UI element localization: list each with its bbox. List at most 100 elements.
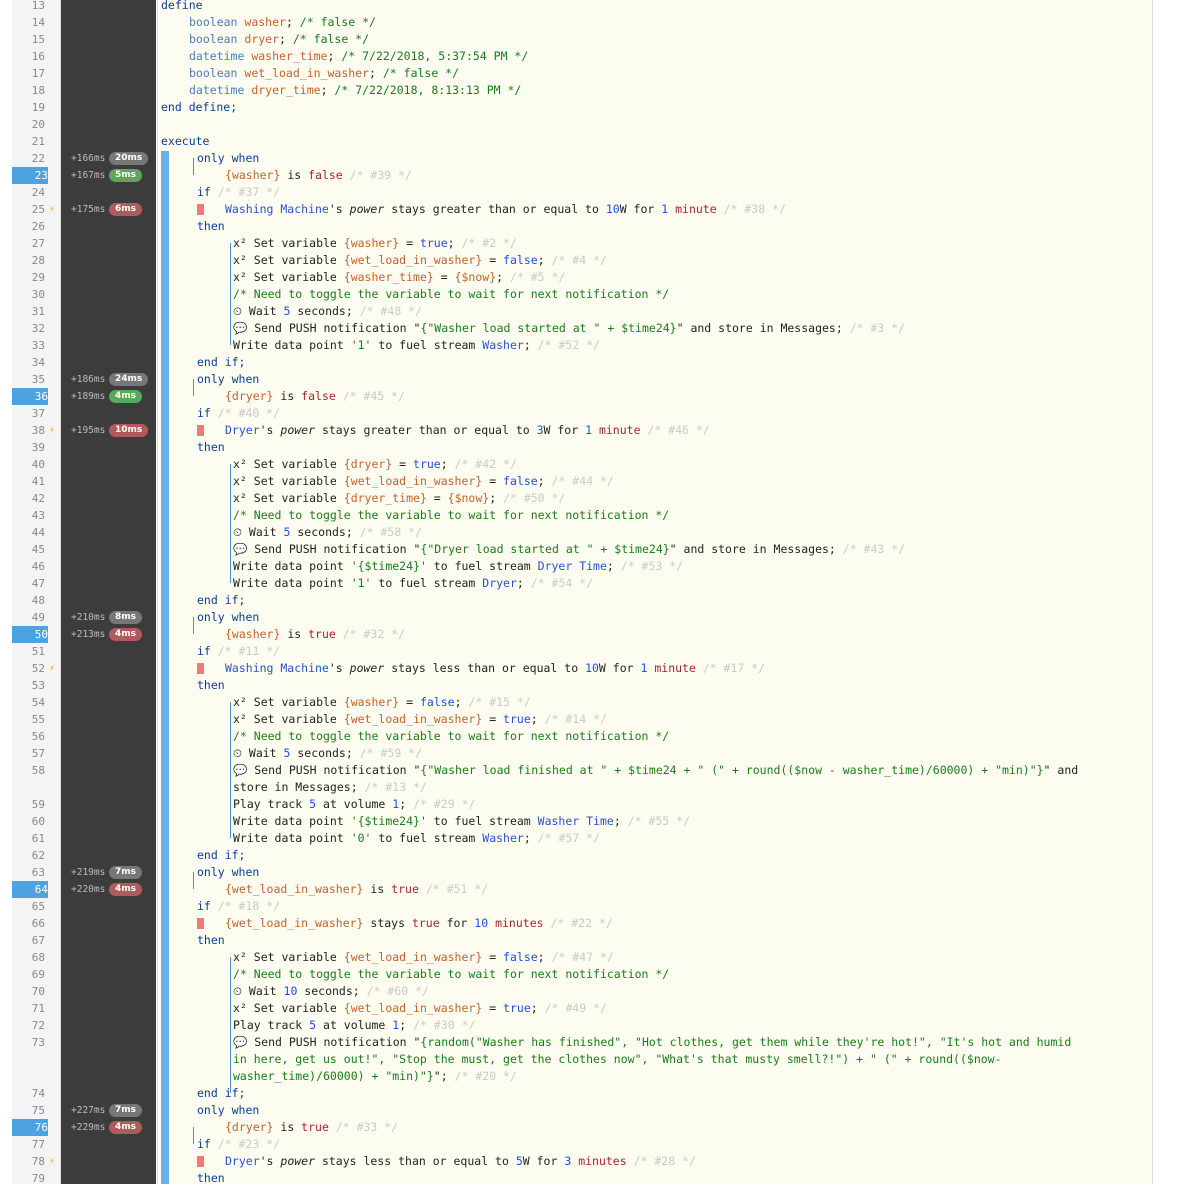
statement-id: /* #60 */ — [366, 984, 429, 998]
statement-id: /* #54 */ — [530, 576, 594, 590]
statement-id: /* #4 */ — [551, 253, 607, 267]
line-number[interactable]: 17 — [12, 65, 45, 82]
line-number[interactable]: 26 — [12, 218, 45, 235]
line-number[interactable]: 24 — [12, 184, 45, 201]
line-number[interactable]: 79 — [12, 1170, 45, 1187]
line-number[interactable]: 13 — [12, 0, 45, 14]
line-number[interactable]: 40 — [12, 456, 45, 473]
code-text: '{$time24}' — [350, 814, 427, 828]
line-number[interactable]: 45 — [12, 541, 45, 558]
line-number[interactable]: 52 — [12, 660, 45, 677]
line-number[interactable]: 58 — [12, 762, 45, 779]
statement-id: /* #18 */ — [210, 899, 281, 913]
line-number[interactable]: 63 — [12, 864, 45, 881]
line-number[interactable]: 55 — [12, 711, 45, 728]
line-number[interactable]: 35 — [12, 371, 45, 388]
line-number[interactable]: 62 — [12, 847, 45, 864]
line-number[interactable]: 34 — [12, 354, 45, 371]
code-text: " and store in Messages; — [669, 542, 843, 556]
line-number[interactable]: 42 — [12, 490, 45, 507]
code-text: {random("Washer has finished", "Hot clot… — [420, 1035, 1072, 1049]
line-number[interactable]: 75 — [12, 1102, 45, 1119]
line-number[interactable]: 47 — [12, 575, 45, 592]
line-number[interactable]: 76 — [12, 1119, 48, 1136]
line-number[interactable]: 70 — [12, 983, 45, 1000]
line-number[interactable]: 19 — [12, 99, 45, 116]
code-line: end if; — [197, 1085, 245, 1102]
code-line: Dryer's power stays less than or equal t… — [225, 1153, 696, 1170]
variable-token: {washer} — [343, 695, 400, 709]
line-number[interactable]: 28 — [12, 252, 45, 269]
line-number[interactable]: 69 — [12, 966, 45, 983]
line-number[interactable]: 51 — [12, 643, 45, 660]
line-number[interactable]: 78 — [12, 1153, 45, 1170]
code-line: {wet_load_in_washer} is true /* #51 */ — [225, 881, 488, 898]
line-number[interactable]: 14 — [12, 14, 45, 31]
line-number[interactable]: 25 — [12, 201, 45, 218]
line-number[interactable]: 49 — [12, 609, 45, 626]
line-number[interactable]: 48 — [12, 592, 45, 609]
line-number[interactable]: 73 — [12, 1034, 45, 1051]
line-number[interactable]: 53 — [12, 677, 45, 694]
code-text: minutes — [495, 916, 544, 930]
line-number[interactable]: 65 — [12, 898, 45, 915]
line-number[interactable]: 46 — [12, 558, 45, 575]
line-number[interactable]: 33 — [12, 337, 45, 354]
line-number[interactable]: 38 — [12, 422, 45, 439]
code-text: ; — [399, 1018, 414, 1032]
line-number[interactable]: 15 — [12, 31, 45, 48]
line-number[interactable]: 39 — [12, 439, 45, 456]
line-number[interactable]: 71 — [12, 1000, 45, 1017]
line-number[interactable]: 22 — [12, 150, 45, 167]
line-number[interactable]: 72 — [12, 1017, 45, 1034]
line-number[interactable]: 59 — [12, 796, 45, 813]
keyword-token: only when — [197, 1103, 260, 1117]
line-number[interactable]: 37 — [12, 405, 45, 422]
breakpoint-marker[interactable] — [197, 425, 204, 436]
line-number[interactable]: 43 — [12, 507, 45, 524]
code-line: x² Set variable {dryer_time} = {$now}; /… — [233, 490, 565, 507]
line-number[interactable]: 27 — [12, 235, 45, 252]
line-number[interactable]: 32 — [12, 320, 45, 337]
line-number[interactable]: 31 — [12, 303, 45, 320]
line-number[interactable]: 50 — [12, 626, 48, 643]
line-number[interactable]: 60 — [12, 813, 45, 830]
line-number[interactable]: 44 — [12, 524, 45, 541]
line-number[interactable]: 61 — [12, 830, 45, 847]
line-number[interactable]: 20 — [12, 116, 45, 133]
code-line: washer_time)/60000) + "min)"}"; /* #20 *… — [233, 1068, 517, 1085]
line-number[interactable]: 77 — [12, 1136, 45, 1153]
breakpoint-marker[interactable] — [197, 1156, 204, 1167]
line-number[interactable]: 66 — [12, 915, 45, 932]
line-number[interactable]: 56 — [12, 728, 45, 745]
statement-id: /* #14 */ — [544, 712, 607, 726]
line-number[interactable]: 41 — [12, 473, 45, 490]
line-number[interactable]: 23 — [12, 167, 48, 184]
code-text: Write data point — [233, 576, 351, 590]
line-number[interactable]: 16 — [12, 48, 45, 65]
line-number[interactable]: 57 — [12, 745, 45, 762]
code-text: is — [273, 389, 302, 403]
lightning-icon: ⚡ — [49, 1156, 56, 1167]
code-text: datetime — [189, 49, 252, 63]
line-number[interactable]: 54 — [12, 694, 45, 711]
breakpoint-marker[interactable] — [197, 918, 204, 929]
code-line: only when — [197, 864, 259, 881]
line-number[interactable]: 67 — [12, 932, 45, 949]
breakpoint-marker[interactable] — [197, 663, 204, 674]
line-number[interactable]: 21 — [12, 133, 45, 150]
statement-id: /* #38 */ — [716, 202, 786, 216]
line-number[interactable]: 64 — [12, 881, 48, 898]
breakpoint-marker[interactable] — [197, 204, 204, 215]
line-number[interactable]: 18 — [12, 82, 45, 99]
block-bracket — [230, 243, 231, 345]
line-number[interactable]: 68 — [12, 949, 45, 966]
line-number[interactable]: 36 — [12, 388, 48, 405]
line-number[interactable]: 74 — [12, 1085, 45, 1102]
line-number[interactable]: 30 — [12, 286, 45, 303]
code-text: ⏲ Wait — [233, 746, 284, 760]
timing-offset: +166ms — [71, 153, 106, 164]
duration-badge: 7ms — [109, 1104, 142, 1117]
line-number[interactable]: 29 — [12, 269, 45, 286]
code-line: end if; — [197, 354, 245, 371]
